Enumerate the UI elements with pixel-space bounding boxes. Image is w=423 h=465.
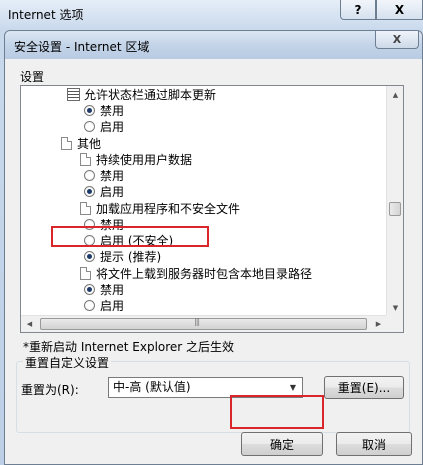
- reset-button[interactable]: 重置(E)...: [324, 376, 404, 399]
- reset-group-label: 重置自定义设置: [23, 354, 112, 371]
- reset-custom-settings-group: 重置自定义设置 重置为(R): 中-高 (默认值) ▼ 重置(E)...: [16, 354, 410, 433]
- radio-checked-icon[interactable]: [84, 284, 95, 295]
- horizontal-scroll-thumb[interactable]: [40, 317, 367, 330]
- settings-list[interactable]: 允许状态栏通过脚本更新 禁用 启用 其他 持续使用用户数据 禁用 启用 加载应用…: [20, 85, 404, 333]
- vertical-scroll-thumb[interactable]: [389, 202, 401, 216]
- radio-option[interactable]: 禁用: [84, 103, 125, 119]
- radio-label: 启用: [100, 185, 125, 199]
- scroll-right-icon[interactable]: ▶: [371, 316, 386, 332]
- radio-label: 提示 (推荐): [100, 250, 162, 264]
- dialog-close-button[interactable]: X: [375, 31, 419, 49]
- radio-checked-icon[interactable]: [84, 105, 95, 116]
- settings-group-label: 设置: [20, 70, 45, 84]
- radio-label: 启用: [100, 299, 125, 313]
- ok-button[interactable]: 确定: [241, 432, 323, 456]
- radio-label: 禁用: [100, 169, 125, 183]
- horizontal-scrollbar[interactable]: ◀ ▶: [21, 315, 387, 332]
- list-item: 允许状态栏通过脚本更新: [67, 87, 217, 103]
- list-item: 持续使用用户数据: [80, 152, 193, 168]
- dialog-title: 安全设置 - Internet 区域: [14, 40, 150, 54]
- outer-close-button[interactable]: X: [376, 0, 423, 20]
- radio-option[interactable]: 启用: [84, 119, 125, 135]
- scroll-down-icon[interactable]: ▼: [388, 300, 403, 316]
- scroll-left-icon[interactable]: ◀: [22, 316, 37, 332]
- scrollbar-corner: [386, 315, 403, 332]
- radio-unchecked-icon[interactable]: [84, 121, 95, 132]
- list-item: 将文件上载到服务器时包含本地目录路径: [80, 266, 313, 282]
- radio-option[interactable]: 启用: [84, 298, 125, 314]
- security-settings-dialog: 安全设置 - Internet 区域 X 设置 允许状态栏通过脚本更新 禁用 启…: [4, 30, 423, 465]
- ok-highlight-annotation: [230, 395, 324, 429]
- radio-option[interactable]: 提示 (推荐): [84, 249, 162, 265]
- list-item-label: 将文件上载到服务器时包含本地目录路径: [96, 267, 313, 281]
- radio-label: 启用: [100, 120, 125, 134]
- list-item-label: 持续使用用户数据: [96, 153, 193, 167]
- help-button[interactable]: ?: [340, 0, 376, 20]
- list-item-label: 允许状态栏通过脚本更新: [84, 88, 217, 102]
- cancel-button[interactable]: 取消: [336, 432, 412, 456]
- radio-option[interactable]: 禁用: [84, 168, 125, 184]
- list-item: 其他: [61, 136, 102, 152]
- radio-option[interactable]: 禁用: [84, 282, 125, 298]
- radio-checked-icon[interactable]: [84, 186, 95, 197]
- outer-titlebar: Internet 选项 ? X: [0, 0, 423, 28]
- dialog-body: 设置 允许状态栏通过脚本更新 禁用 启用 其他 持续使用用户数据 禁用 启用 加…: [10, 63, 417, 461]
- document-icon: [80, 153, 91, 166]
- highlight-annotation: [51, 226, 209, 247]
- list-item-label: 其他: [77, 137, 102, 151]
- vertical-scrollbar[interactable]: ▲ ▼: [386, 86, 403, 317]
- radio-checked-icon[interactable]: [84, 251, 95, 262]
- radio-unchecked-icon[interactable]: [84, 300, 95, 311]
- list-item: 加载应用程序和不安全文件: [80, 201, 241, 217]
- chevron-down-icon[interactable]: ▼: [285, 379, 301, 396]
- radio-unchecked-icon[interactable]: [84, 170, 95, 181]
- radio-label: 禁用: [100, 104, 125, 118]
- radio-option[interactable]: 启用: [84, 184, 125, 200]
- document-icon: [80, 267, 91, 280]
- document-icon: [80, 202, 91, 215]
- list-item-label: 加载应用程序和不安全文件: [96, 202, 241, 216]
- radio-label: 禁用: [100, 283, 125, 297]
- script-setting-icon: [67, 88, 80, 101]
- outer-window-title: Internet 选项: [8, 8, 84, 22]
- selected-level-value: 中-高 (默认值): [113, 380, 191, 394]
- document-icon: [61, 137, 72, 150]
- reset-to-label: 重置为(R):: [21, 383, 79, 397]
- scroll-up-icon[interactable]: ▲: [388, 87, 403, 103]
- dialog-titlebar: 安全设置 - Internet 区域 X: [5, 31, 422, 59]
- restart-note: *重新启动 Internet Explorer 之后生效: [23, 340, 235, 354]
